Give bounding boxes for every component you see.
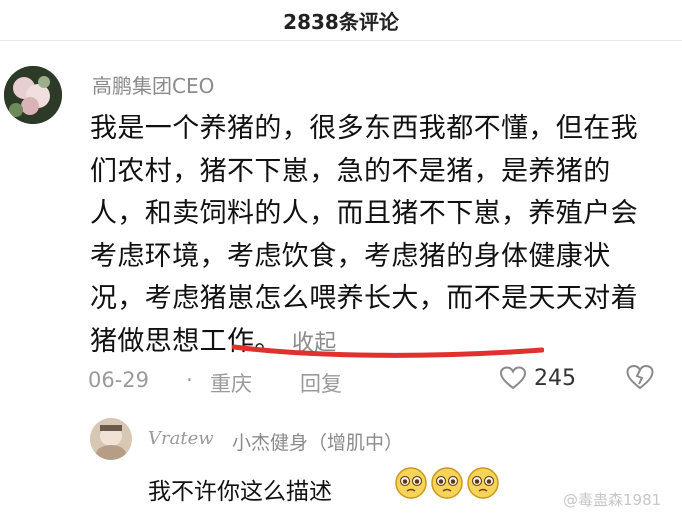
comment-location: 重庆 <box>210 372 252 396</box>
header-divider <box>0 40 682 41</box>
red-underline-annotation <box>232 344 544 358</box>
reply-avatar[interactable] <box>90 418 132 460</box>
meta-separator: · <box>186 368 193 392</box>
reply-username[interactable]: 小杰健身（增肌中） <box>232 428 403 455</box>
pleading-face-emoji <box>395 467 427 499</box>
pleading-face-emoji <box>431 467 463 499</box>
commenter-username[interactable]: 高鹏集团CEO <box>92 70 214 99</box>
comment-text: 我是一个养猪的，很多东西我都不懂，但在我们农村，猪不下崽，急的不是猪，是养猪的人… <box>90 113 638 357</box>
like-count: 245 <box>534 366 576 391</box>
comments-count-title: 2838条评论 <box>283 10 399 34</box>
commenter-avatar[interactable] <box>4 66 62 124</box>
reply-button[interactable]: 回复 <box>300 368 342 398</box>
heart-icon <box>500 366 526 390</box>
comment-date: 06-29 <box>88 368 150 392</box>
reply-text: 我不许你这么描述 <box>148 479 332 505</box>
comment-body: 我是一个养猪的，很多东西我都不懂，但在我们农村，猪不下崽，急的不是猪，是养猪的人… <box>90 108 650 365</box>
broken-heart-icon[interactable] <box>626 364 654 390</box>
watermark: @毒蛊森1981 <box>563 491 662 509</box>
pleading-face-emoji <box>467 467 499 499</box>
reply-username-script[interactable]: Vratew <box>148 428 214 449</box>
